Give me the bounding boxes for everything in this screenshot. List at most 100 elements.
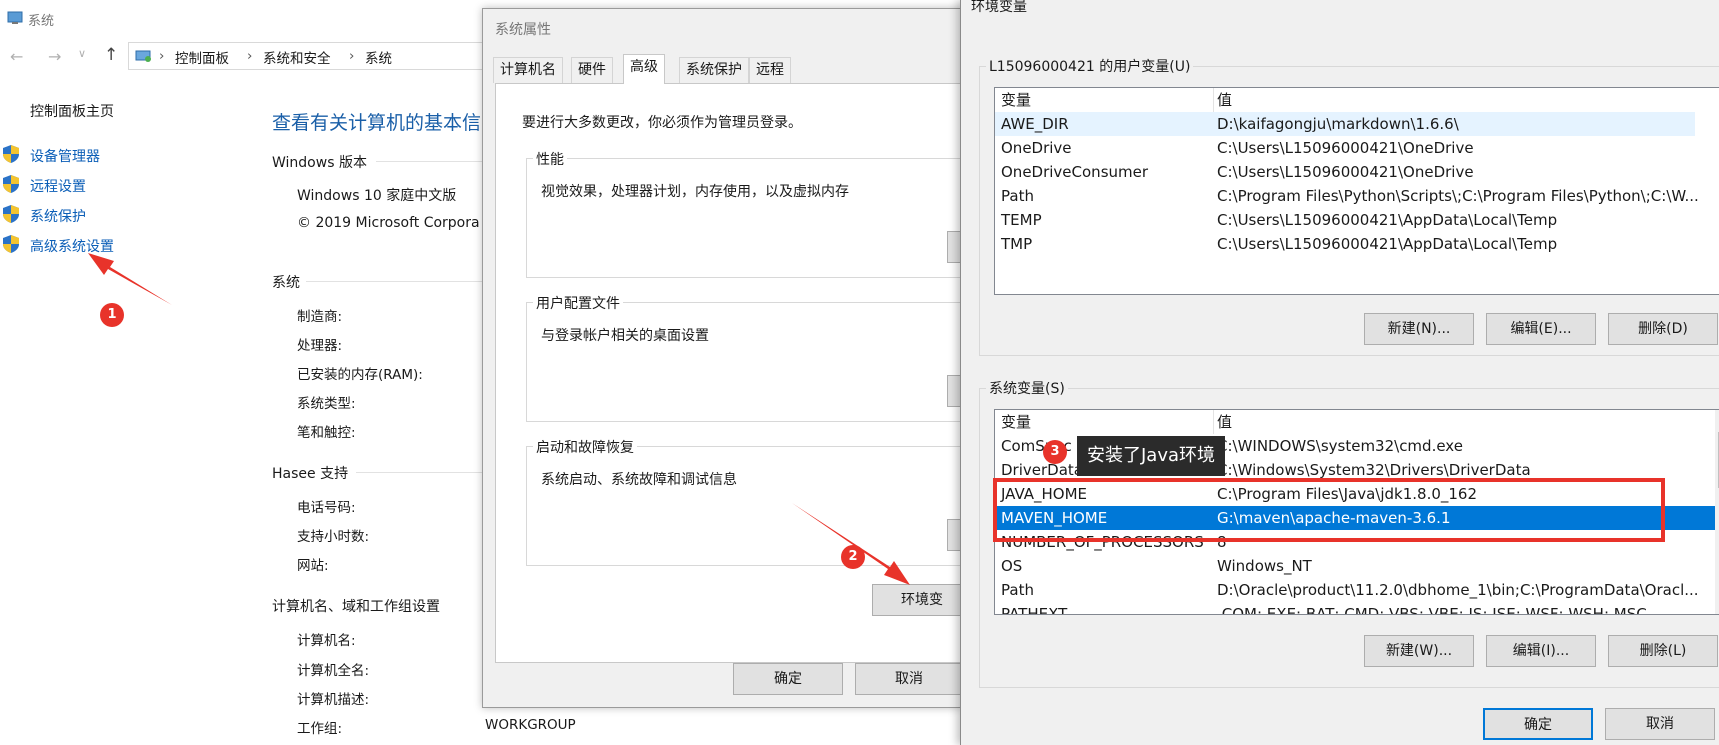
cancel-button[interactable]: 取消 [1605, 708, 1715, 740]
list-item[interactable]: OS Windows_NT [995, 554, 1719, 578]
ok-button[interactable]: 确定 [1483, 708, 1593, 740]
var-value: Windows_NT [1217, 557, 1312, 575]
list-item[interactable]: AWE_DIR D:\kaifagongju\markdown\1.6.6\ [995, 112, 1695, 136]
group-title: 性能 [533, 149, 567, 169]
column-divider[interactable] [1213, 88, 1214, 112]
var-name: OneDrive [1001, 139, 1072, 157]
var-name: TMP [1001, 235, 1033, 253]
performance-group: 性能 视觉效果，处理器计划，内存使用，以及虚拟内存 设 [526, 149, 1007, 278]
annotation-badge-1: 1 [100, 303, 124, 327]
up-arrow-icon[interactable]: ↑ [104, 45, 118, 65]
var-name: Path [1001, 581, 1034, 599]
address-bar[interactable]: › 控制面板 › 系统和安全 › 系统 [128, 42, 488, 70]
annotation-arrow-1 [88, 253, 172, 305]
field-label: 计算机名: [297, 633, 356, 649]
sidebar-home-link[interactable]: 控制面板主页 [30, 101, 114, 121]
field-label: 工作组: [297, 721, 343, 737]
windows-edition-value: Windows 10 家庭中文版 [297, 188, 457, 204]
tab-remote[interactable]: 远程 [749, 57, 791, 83]
list-item[interactable]: Path D:\Oracle\product\11.2.0\dbhome_1\b… [995, 578, 1719, 602]
user-vars-list[interactable]: 变量 值 AWE_DIR D:\kaifagongju\markdown\1.6… [994, 87, 1719, 295]
user-new-button[interactable]: 新建(N)... [1364, 313, 1474, 345]
var-name: Path [1001, 187, 1034, 205]
var-name: OS [1001, 557, 1023, 575]
list-item[interactable]: PATHEXT .COM;.EXE;.BAT;.CMD;.VBS;.VBE;.J… [995, 602, 1719, 615]
column-divider[interactable] [1213, 410, 1214, 434]
breadcrumb-item[interactable]: 系统 [365, 47, 392, 67]
list-item[interactable]: Path C:\Program Files\Python\Scripts\;C:… [995, 184, 1719, 208]
cancel-button[interactable]: 取消 [855, 663, 963, 695]
tab-system-protection[interactable]: 系统保护 [679, 57, 749, 83]
highlight-box [993, 478, 1665, 542]
recent-dropdown-icon[interactable]: ∨ [78, 47, 86, 60]
sidebar-item-system-protection[interactable]: 系统保护 [30, 206, 86, 226]
field-label: 支持小时数: [297, 529, 370, 545]
list-header: 变量 值 [995, 88, 1719, 112]
annotation-callout: 安装了Java环境 [1077, 436, 1226, 476]
windows-edition-label: Windows 版本 [272, 155, 367, 171]
tab-computer-name[interactable]: 计算机名 [493, 57, 563, 83]
user-delete-button[interactable]: 删除(D) [1608, 313, 1718, 345]
list-header: 变量 值 [995, 410, 1719, 434]
field-label: 笔和触控: [297, 425, 356, 441]
sidebar-item-remote-settings[interactable]: 远程设置 [30, 176, 86, 196]
field-label: 网站: [297, 558, 329, 574]
breadcrumb-sep-icon: › [349, 48, 355, 64]
shield-icon [2, 204, 20, 224]
group-title: 启动和故障恢复 [533, 437, 637, 457]
shield-icon [2, 234, 20, 254]
list-item[interactable]: OneDrive C:\Users\L15096000421\OneDrive [995, 136, 1719, 160]
column-header-value[interactable]: 值 [1217, 88, 1232, 112]
annotation-badge-3: 3 [1043, 440, 1067, 464]
list-item[interactable]: OneDriveConsumer C:\Users\L15096000421\O… [995, 160, 1719, 184]
tab-advanced[interactable]: 高级 [623, 54, 665, 84]
admin-note: 要进行大多数更改，你必须作为管理员登录。 [522, 115, 802, 131]
tab-hardware[interactable]: 硬件 [571, 57, 613, 83]
field-label: 计算机描述: [297, 692, 370, 708]
workgroup-value: WORKGROUP [485, 717, 576, 733]
user-edit-button[interactable]: 编辑(E)... [1486, 313, 1596, 345]
var-name: PATHEXT [1001, 605, 1068, 615]
system-new-button[interactable]: 新建(W)... [1364, 635, 1474, 667]
var-value: C:\Users\L15096000421\AppData\Local\Temp [1217, 235, 1558, 253]
vertical-scrollbar[interactable]: ▲ ▼ [1715, 410, 1719, 614]
breadcrumb-item[interactable]: 控制面板 [175, 47, 229, 67]
field-label: 处理器: [297, 338, 343, 354]
column-header-name[interactable]: 变量 [1001, 410, 1031, 434]
page-title: 查看有关计算机的基本信 [272, 112, 482, 134]
field-label: 已安装的内存(RAM): [297, 367, 423, 383]
dialog-title: 环境变量 [971, 0, 1027, 15]
breadcrumb-sep-icon: › [159, 48, 165, 64]
var-value: C:\Program Files\Python\Scripts\;C:\Prog… [1217, 187, 1699, 205]
breadcrumb-item[interactable]: 系统和安全 [263, 47, 331, 67]
group-title: 系统变量(S) [986, 378, 1068, 398]
var-value: C:\Users\L15096000421\AppData\Local\Temp [1217, 211, 1558, 229]
forward-arrow-icon[interactable]: → [48, 47, 61, 66]
group-description: 系统启动、系统故障和调试信息 [541, 472, 737, 488]
ok-button[interactable]: 确定 [733, 663, 843, 695]
breadcrumb-sep-icon: › [247, 48, 253, 64]
var-name: OneDriveConsumer [1001, 163, 1149, 181]
var-value: C:\Users\L15096000421\OneDrive [1217, 139, 1474, 157]
user-profiles-group: 用户配置文件 与登录帐户相关的桌面设置 设 [526, 293, 1007, 422]
system-properties-dialog: 系统属性 计算机名 硬件 高级 系统保护 远程 要进行大多数更改，你必须作为管理… [482, 8, 1007, 708]
group-description: 与登录帐户相关的桌面设置 [541, 328, 709, 344]
list-item[interactable]: TMP C:\Users\L15096000421\AppData\Local\… [995, 232, 1719, 256]
var-name: TEMP [1001, 211, 1042, 229]
column-header-value[interactable]: 值 [1217, 410, 1232, 434]
system-delete-button[interactable]: 删除(L) [1608, 635, 1718, 667]
column-header-name[interactable]: 变量 [1001, 88, 1031, 112]
field-label: 系统类型: [297, 396, 356, 412]
list-item[interactable]: TEMP C:\Users\L15096000421\AppData\Local… [995, 208, 1719, 232]
group-description: 视觉效果，处理器计划，内存使用，以及虚拟内存 [541, 184, 849, 200]
window-title: 系统 [28, 14, 55, 29]
shield-icon [2, 144, 20, 164]
field-label: 计算机全名: [297, 663, 370, 679]
control-panel-icon [135, 48, 153, 68]
system-edit-button[interactable]: 编辑(I)... [1486, 635, 1596, 667]
annotation-badge-2: 2 [841, 545, 865, 569]
back-arrow-icon[interactable]: ← [10, 47, 23, 66]
sidebar-item-device-manager[interactable]: 设备管理器 [30, 146, 100, 166]
field-label: 电话号码: [297, 500, 356, 516]
var-value: D:\Oracle\product\11.2.0\dbhome_1\bin;C:… [1217, 581, 1699, 599]
